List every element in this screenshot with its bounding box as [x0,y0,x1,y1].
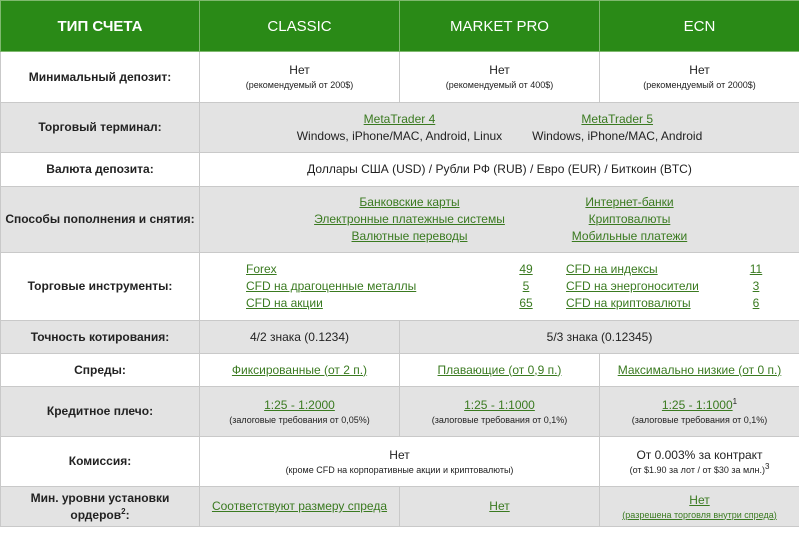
header-classic: CLASSIC [199,0,400,52]
cell-min-deposit-classic: Нет (рекомендуемый от 200$) [199,51,400,103]
label-currency: Валюта депозита: [0,152,200,187]
row-commission: Комиссия: Нет (кроме CFD на корпоративны… [0,436,799,487]
cell-commission-ecn: От 0.003% за контракт (от $1.90 за лот /… [599,436,799,487]
min-levels-label-line1: Мин. уровни установки [30,490,170,505]
label-spreads: Спреды: [0,353,200,387]
row-spreads: Спреды: Фиксированные (от 2 п.) Плавающи… [0,353,799,387]
leverage-ecn-note: (залоговые требования от 0,1%) [631,414,768,425]
min-deposit-market-pro-value: Нет [489,63,510,77]
currency-value: Доллары США (USD) / Рубли РФ (RUB) / Евр… [199,152,799,187]
min-deposit-ecn-note: (рекомендуемый от 2000$) [643,80,756,90]
min-deposit-ecn-value: Нет [689,63,710,77]
label-instruments: Торговые инструменты: [0,252,200,321]
cell-leverage-market-pro: 1:25 - 1:1000 (залоговые требования от 0… [399,386,600,437]
commission-classic-pro-note: (кроме CFD на корпоративные акции и крип… [285,464,514,475]
min-levels-ecn-link[interactable]: Нет [600,492,799,509]
min-deposit-market-pro-note: (рекомендуемый от 400$) [445,80,554,90]
commission-classic-pro-value: Нет [389,447,410,462]
min-levels-classic-link[interactable]: Соответствуют размеру спреда [212,499,387,513]
label-leverage: Кредитное плечо: [0,386,200,437]
account-comparison-table: ТИП СЧЕТА CLASSIC MARKET PRO ECN Минимал… [0,0,799,527]
row-currency: Валюта депозита: Доллары США (USD) / Руб… [0,152,799,187]
spread-market-pro-link[interactable]: Плавающие (от 0,9 п.) [438,363,562,377]
cell-min-levels-ecn: Нет (разрешена торговля внутри спреда) [599,486,799,527]
cell-leverage-ecn: 1:25 - 1:10001 (залоговые требования от … [599,386,799,437]
cell-instruments: Forex 49 CFD на индексы 11 CFD на драгоц… [199,252,799,321]
mt5-platforms: Windows, iPhone/MAC, Android [532,128,703,143]
method-crypto[interactable]: Криптовалюты [550,211,710,228]
instrument-forex-count[interactable]: 49 [486,261,566,278]
precision-others: 5/3 знака (0.12345) [399,320,799,354]
instrument-stocks[interactable]: CFD на акции [246,295,466,312]
row-deposit-methods: Способы пополнения и снятия: Банковские … [0,186,799,253]
commission-ecn-note: (от $1.90 за лот / от $30 за млн.) [629,464,765,475]
instrument-energy[interactable]: CFD на энергоносители [566,278,746,295]
row-min-levels: Мин. уровни установки ордеров2: Соответс… [0,486,799,527]
leverage-market-pro-note: (залоговые требования от 0,1%) [431,414,568,425]
mt4-link[interactable]: MetaTrader 4 [297,111,502,128]
spread-ecn-link[interactable]: Максимально низкие (от 0 п.) [618,363,782,377]
instrument-energy-count[interactable]: 3 [746,278,766,295]
method-e-payment-systems[interactable]: Электронные платежные системы [290,211,530,228]
instrument-forex[interactable]: Forex [246,261,466,278]
header-ecn: ECN [599,0,799,52]
instrument-indices[interactable]: CFD на индексы [566,261,746,278]
commission-ecn-footnote: 3 [764,461,770,471]
label-terminal: Торговый терминал: [0,102,200,153]
row-terminal: Торговый терминал: MetaTrader 4 Windows,… [0,102,799,153]
instrument-indices-count[interactable]: 11 [746,261,766,278]
row-leverage: Кредитное плечо: 1:25 - 1:2000 (залоговы… [0,386,799,437]
precision-classic: 4/2 знака (0.1234) [199,320,400,354]
terminal-mt4: MetaTrader 4 Windows, iPhone/MAC, Androi… [297,111,502,145]
label-deposit-methods: Способы пополнения и снятия: [0,186,200,253]
row-precision: Точность котирования: 4/2 знака (0.1234)… [0,320,799,354]
header-market-pro: MARKET PRO [399,0,600,52]
header-account-type: ТИП СЧЕТА [0,0,200,52]
method-currency-transfers[interactable]: Валютные переводы [290,228,530,245]
min-levels-label-line2: ордеров [70,507,122,522]
mt4-platforms: Windows, iPhone/MAC, Android, Linux [296,128,503,143]
label-min-levels: Мин. уровни установки ордеров2: [0,486,200,527]
row-min-deposit: Минимальный депозит: Нет (рекомендуемый … [0,51,799,103]
instrument-crypto[interactable]: CFD на криптовалюты [566,295,746,312]
label-min-deposit: Минимальный депозит: [0,51,200,103]
leverage-ecn-footnote: 1 [732,396,738,406]
min-deposit-classic-value: Нет [289,63,310,77]
cell-commission-classic-pro: Нет (кроме CFD на корпоративные акции и … [199,436,600,487]
instrument-metals-count[interactable]: 5 [486,278,566,295]
label-commission: Комиссия: [0,436,200,487]
leverage-classic-link[interactable]: 1:25 - 1:2000 [200,397,399,414]
instrument-metals[interactable]: CFD на драгоценные металлы [246,278,466,295]
header-row: ТИП СЧЕТА CLASSIC MARKET PRO ECN [0,0,799,52]
method-bank-cards[interactable]: Банковские карты [290,194,530,211]
cell-deposit-methods: Банковские карты Интернет-банки Электрон… [199,186,799,253]
min-levels-market-pro-link[interactable]: Нет [489,499,509,513]
label-precision: Точность котирования: [0,320,200,354]
min-deposit-classic-note: (рекомендуемый от 200$) [245,80,354,90]
min-levels-ecn-note[interactable]: (разрешена торговля внутри спреда) [600,509,799,522]
method-mobile-payments[interactable]: Мобильные платежи [550,228,710,245]
row-instruments: Торговые инструменты: Forex 49 CFD на ин… [0,252,799,321]
instrument-crypto-count[interactable]: 6 [746,295,766,312]
method-internet-banks[interactable]: Интернет-банки [550,194,710,211]
mt5-link[interactable]: MetaTrader 5 [532,111,702,128]
instrument-stocks-count[interactable]: 65 [486,295,566,312]
cell-leverage-classic: 1:25 - 1:2000 (залоговые требования от 0… [199,386,400,437]
leverage-market-pro-link[interactable]: 1:25 - 1:1000 [400,397,599,414]
min-levels-label-colon: : [125,507,130,522]
spread-classic-link[interactable]: Фиксированные (от 2 п.) [232,363,367,377]
leverage-ecn-link[interactable]: 1:25 - 1:1000 [662,398,733,412]
cell-terminal: MetaTrader 4 Windows, iPhone/MAC, Androi… [199,102,799,153]
terminal-mt5: MetaTrader 5 Windows, iPhone/MAC, Androi… [532,111,702,145]
leverage-classic-note: (залоговые требования от 0,05%) [229,414,370,425]
cell-min-deposit-market-pro: Нет (рекомендуемый от 400$) [399,51,600,103]
cell-min-deposit-ecn: Нет (рекомендуемый от 2000$) [599,51,799,103]
